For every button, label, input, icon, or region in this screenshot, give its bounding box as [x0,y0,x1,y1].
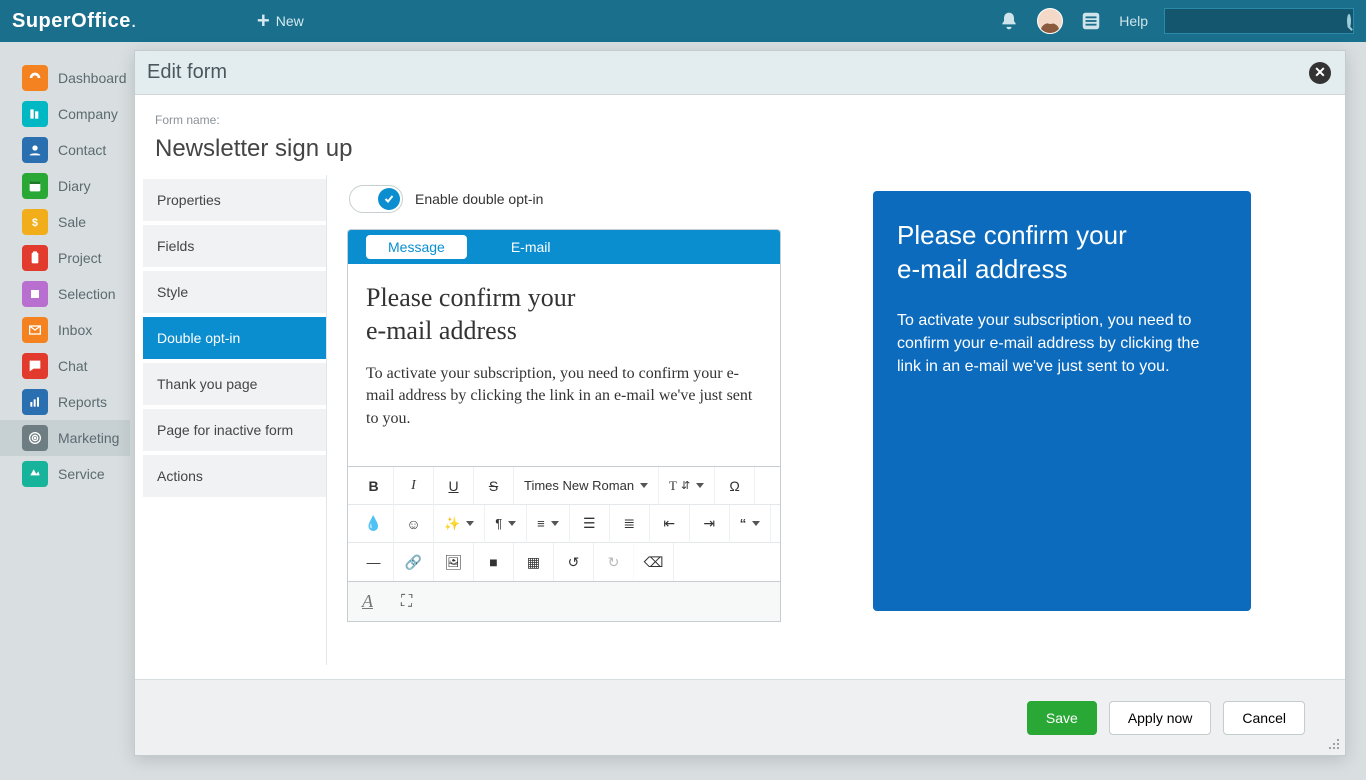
nav-selection[interactable]: Selection [0,276,130,312]
quote-icon[interactable]: “ [730,505,772,543]
user-avatar[interactable] [1037,8,1063,34]
menu-icon[interactable] [1079,9,1103,33]
tab-message[interactable]: Message [366,235,467,259]
search-icon [1347,14,1351,28]
nav-service[interactable]: Service [0,456,130,492]
text-color-icon[interactable]: A [362,591,373,612]
tab-style[interactable]: Style [143,271,326,313]
apply-button[interactable]: Apply now [1109,701,1212,735]
nav-project[interactable]: Project [0,240,130,276]
selection-icon [22,281,48,307]
modal-header: Edit form ✕ [135,51,1345,95]
nav-chat[interactable]: Chat [0,348,130,384]
clear-format-icon[interactable]: ⌫ [634,543,674,581]
magic-wand-icon[interactable]: ✨ [434,505,485,543]
marketing-icon [22,425,48,451]
ordered-list-icon[interactable]: ☰ [570,505,610,543]
preview-panel: Please confirm youre-mail address To act… [873,191,1251,611]
nav-dashboard[interactable]: Dashboard [0,60,130,96]
link-icon[interactable]: 🔗 [394,543,434,581]
tab-properties[interactable]: Properties [143,179,326,221]
ink-drop-icon[interactable]: 💧 [354,505,394,543]
reports-icon [22,389,48,415]
dashboard-icon [22,65,48,91]
editor-toolbar: B I U S Times New Roman T⇵ Ω 💧 ☺ ✨ ¶ ≡ [347,467,781,582]
left-sidebar: Dashboard Company Contact Diary $Sale Pr… [0,42,130,492]
notifications-icon[interactable] [997,9,1021,33]
strikethrough-icon[interactable]: S [474,467,514,505]
editor-toolbar-secondary: A ⛶ [347,582,781,622]
nav-contact[interactable]: Contact [0,132,130,168]
table-icon[interactable]: ▦ [514,543,554,581]
message-card: Message E-mail Please confirm youre-mail… [347,229,781,467]
plus-icon: + [257,8,270,34]
sale-icon: $ [22,209,48,235]
tab-actions[interactable]: Actions [143,455,326,497]
close-icon[interactable]: ✕ [1309,62,1331,84]
video-icon[interactable]: ■ [474,543,514,581]
diary-icon [22,173,48,199]
form-name-label: Form name: [155,113,1325,127]
font-family-select[interactable]: Times New Roman [514,467,659,505]
image-icon[interactable]: 🖼 [434,543,474,581]
nav-diary[interactable]: Diary [0,168,130,204]
modal-footer: Save Apply now Cancel [135,679,1345,755]
edit-form-modal: Edit form ✕ Form name: Newsletter sign u… [134,50,1346,756]
nav-inbox[interactable]: Inbox [0,312,130,348]
emoji-icon[interactable]: ☺ [394,505,434,543]
outdent-icon[interactable]: ⇤ [650,505,690,543]
resize-grip-icon[interactable] [1327,737,1341,751]
search-box[interactable] [1164,8,1354,34]
tab-inactive-form[interactable]: Page for inactive form [143,409,326,451]
tab-fields[interactable]: Fields [143,225,326,267]
help-link[interactable]: Help [1119,13,1148,29]
inbox-icon [22,317,48,343]
underline-icon[interactable]: U [434,467,474,505]
nav-company[interactable]: Company [0,96,130,132]
tab-thank-you[interactable]: Thank you page [143,363,326,405]
tab-email[interactable]: E-mail [511,239,551,255]
project-icon [22,245,48,271]
hr-icon[interactable]: — [354,543,394,581]
toggle-label: Enable double opt-in [415,191,543,207]
svg-text:$: $ [32,217,38,229]
italic-icon[interactable]: I [394,467,434,505]
redo-icon[interactable]: ↻ [594,543,634,581]
save-button[interactable]: Save [1027,701,1097,735]
service-icon [22,461,48,487]
indent-icon[interactable]: ⇥ [690,505,730,543]
check-icon [378,188,400,210]
paragraph-icon[interactable]: ¶ [485,505,527,543]
company-icon [22,101,48,127]
brand-logo: SuperOffice. [12,10,137,33]
special-char-icon[interactable]: Ω [715,467,755,505]
search-input[interactable] [1171,14,1347,29]
form-section-tabs: Properties Fields Style Double opt-in Th… [135,175,327,665]
align-icon[interactable]: ≡ [527,505,570,543]
new-button[interactable]: + New [257,8,304,34]
double-opt-in-toggle[interactable] [349,185,403,213]
undo-icon[interactable]: ↺ [554,543,594,581]
form-name-value[interactable]: Newsletter sign up [155,135,1325,163]
chat-icon [22,353,48,379]
modal-title: Edit form [147,61,227,84]
rich-text-editor[interactable]: Please confirm youre-mail address To act… [348,264,780,466]
topbar: SuperOffice. + New Help [0,0,1366,42]
paragraph-format-select[interactable]: T⇵ [659,467,715,505]
new-label: New [276,13,304,29]
unordered-list-icon[interactable]: ≣ [610,505,650,543]
nav-marketing[interactable]: Marketing [0,420,130,456]
cancel-button[interactable]: Cancel [1223,701,1305,735]
contact-icon [22,137,48,163]
nav-reports[interactable]: Reports [0,384,130,420]
fullscreen-icon[interactable]: ⛶ [401,593,412,611]
bold-icon[interactable]: B [354,467,394,505]
nav-sale[interactable]: $Sale [0,204,130,240]
tab-double-opt-in[interactable]: Double opt-in [143,317,326,359]
